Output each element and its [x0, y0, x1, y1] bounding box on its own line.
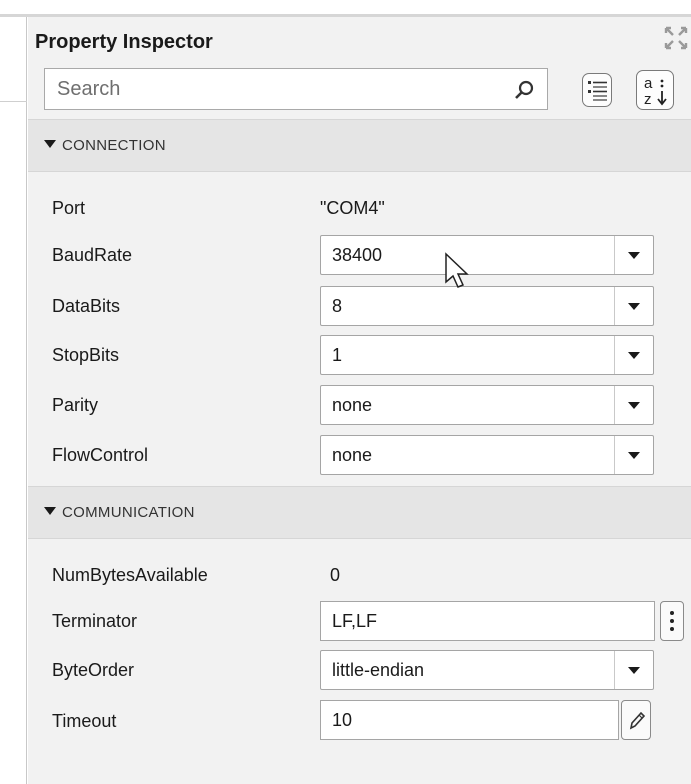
prop-label-timeout: Timeout	[52, 711, 117, 731]
prop-label-terminator: Terminator	[52, 611, 138, 631]
parity-dropdown[interactable]: none	[320, 385, 654, 425]
search-icon[interactable]	[513, 79, 535, 101]
section-connection[interactable]: CONNECTION	[28, 119, 691, 172]
undock-icon[interactable]	[664, 26, 688, 50]
databits-dropdown[interactable]: 8	[320, 286, 654, 326]
field-value: LF,LF	[332, 611, 378, 631]
prop-label-databits: DataBits	[52, 296, 121, 316]
prop-label-baudrate: BaudRate	[52, 245, 133, 265]
svg-text:a: a	[644, 75, 653, 92]
prop-value-port: "COM4"	[320, 198, 385, 218]
prop-label-numbytesavailable: NumBytesAvailable	[52, 565, 208, 585]
dropdown-value: 1	[332, 345, 343, 365]
prop-label-flowcontrol: FlowControl	[52, 445, 149, 465]
prop-label-stopbits: StopBits	[52, 345, 120, 365]
prop-value-numbytesavailable: 0	[330, 565, 341, 585]
more-options-icon[interactable]	[660, 601, 684, 641]
svg-text:z: z	[644, 91, 652, 108]
section-label: CONNECTION	[62, 137, 166, 154]
prop-label-port: Port	[52, 198, 86, 218]
field-value: 10	[332, 710, 353, 730]
flowcontrol-dropdown[interactable]: none	[320, 435, 654, 475]
stopbits-dropdown[interactable]: 1	[320, 335, 654, 375]
grouped-list-icon[interactable]	[582, 73, 612, 107]
panel-title: Property Inspector	[35, 31, 213, 53]
chevron-down-icon	[628, 252, 640, 259]
section-communication[interactable]: COMMUNICATION	[28, 486, 691, 539]
dropdown-button[interactable]	[614, 287, 653, 325]
prop-label-parity: Parity	[52, 395, 99, 415]
dropdown-button[interactable]	[614, 386, 653, 424]
prop-label-byteorder: ByteOrder	[52, 660, 135, 680]
edit-pencil-icon[interactable]	[621, 700, 651, 740]
dropdown-value: 8	[332, 296, 343, 316]
left-pane-divider	[0, 101, 27, 102]
dropdown-button[interactable]	[614, 236, 653, 274]
dropdown-button[interactable]	[614, 651, 653, 689]
caret-down-icon	[44, 507, 56, 515]
dropdown-value: none	[332, 445, 373, 465]
dropdown-value: little-endian	[332, 660, 425, 680]
dropdown-value: 38400	[332, 245, 383, 265]
dropdown-button[interactable]	[614, 336, 653, 374]
chevron-down-icon	[628, 303, 640, 310]
dropdown-value: none	[332, 395, 373, 415]
left-pane	[0, 17, 27, 784]
dropdown-button[interactable]	[614, 436, 653, 474]
chevron-down-icon	[628, 402, 640, 409]
sort-alphabetical-icon[interactable]: a z	[636, 70, 674, 110]
caret-down-icon	[44, 140, 56, 148]
byteorder-dropdown[interactable]: little-endian	[320, 650, 654, 690]
terminator-field[interactable]: LF,LF	[320, 601, 655, 641]
chevron-down-icon	[628, 352, 640, 359]
chevron-down-icon	[628, 667, 640, 674]
chevron-down-icon	[628, 452, 640, 459]
timeout-field[interactable]: 10	[320, 700, 619, 740]
baudrate-dropdown[interactable]: 38400	[320, 235, 654, 275]
search-input[interactable]	[44, 68, 548, 110]
section-label: COMMUNICATION	[62, 504, 195, 521]
